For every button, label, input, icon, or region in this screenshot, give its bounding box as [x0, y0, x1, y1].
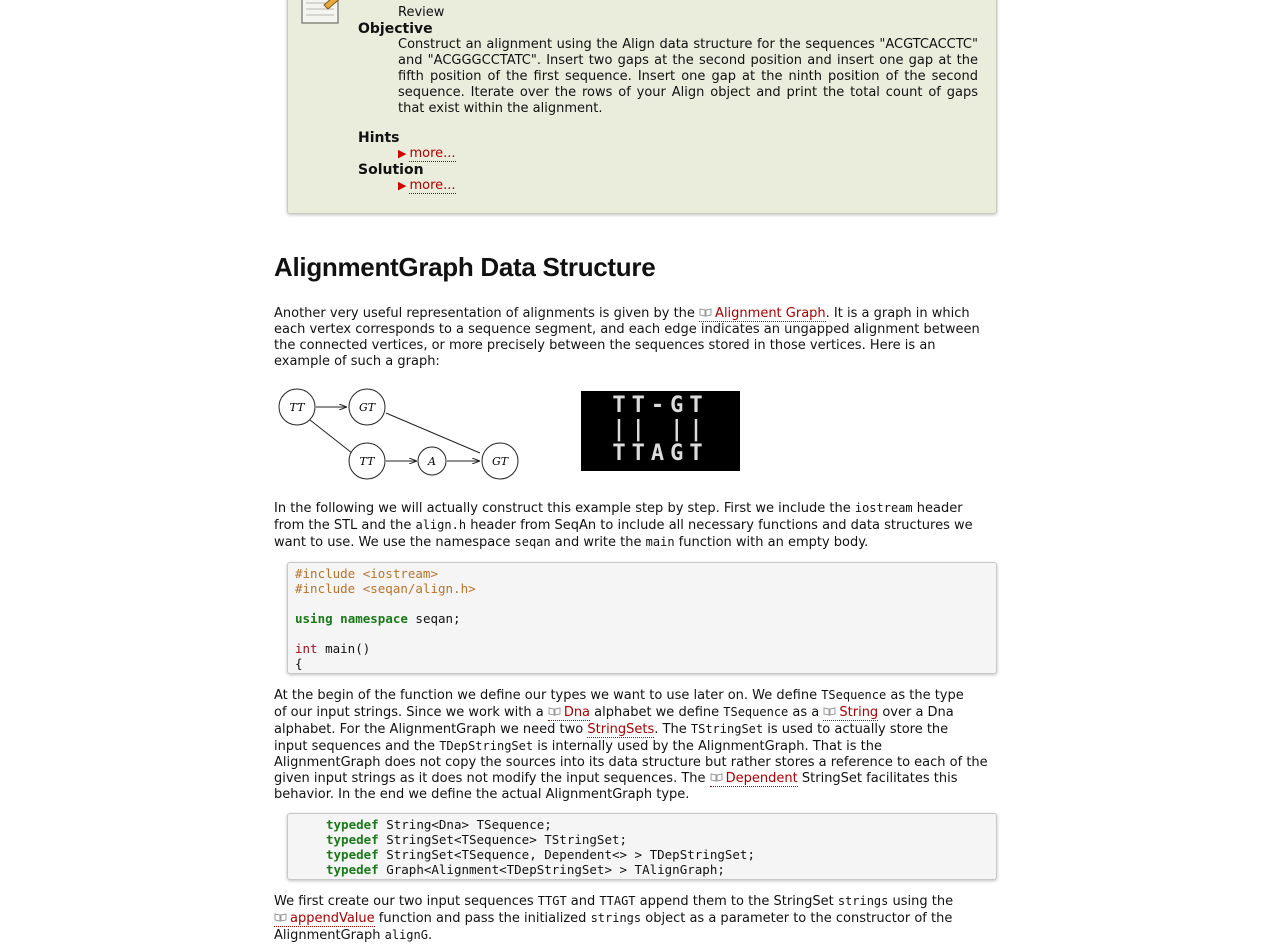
graph-node: GT — [348, 388, 386, 426]
section-title: AlignmentGraph Data Structure — [274, 252, 656, 282]
alignment-graph-figure: TT GT TT A GT — [278, 388, 519, 480]
hints-heading: Hints — [358, 130, 400, 146]
book-icon — [699, 308, 712, 317]
triangle-right-icon: ▶ — [398, 179, 407, 192]
pencil-notepad-icon — [300, 0, 346, 25]
string-link[interactable]: String — [823, 705, 879, 721]
book-icon — [823, 707, 836, 716]
alignment-graph-link[interactable]: Alignment Graph — [699, 306, 826, 322]
book-icon — [274, 913, 287, 922]
dna-link[interactable]: Dna — [547, 705, 591, 721]
code-block-typedefs[interactable]: typedef String<Dna> TSequence; typedef S… — [287, 813, 997, 880]
code-block-includes[interactable]: #include <iostream> #include <seqan/alig… — [287, 562, 997, 674]
svg-text:TT: TT — [290, 401, 307, 414]
dependent-link[interactable]: Dependent — [709, 771, 798, 787]
construct-paragraph: In the following we will actually constr… — [274, 501, 973, 550]
banner-row: TT-GT — [612, 393, 709, 418]
book-icon — [548, 707, 561, 716]
graph-node: TT — [348, 442, 386, 480]
svg-text:GT: GT — [492, 455, 510, 468]
book-icon — [710, 773, 723, 782]
alignment-banner: TT-GT || || TTAGT — [581, 391, 740, 471]
exercise-type-value: Review — [398, 5, 445, 20]
hints-more-toggle[interactable]: ▶ more... — [398, 146, 456, 162]
objective-heading: Objective — [358, 21, 433, 37]
solution-more-toggle[interactable]: ▶ more... — [398, 178, 456, 194]
solution-more-link[interactable]: more... — [409, 178, 456, 194]
stringsets-link[interactable]: StringSets — [587, 722, 655, 738]
svg-text:A: A — [427, 455, 436, 468]
exercise-box: Review Objective Construct an alignment … — [287, 0, 997, 214]
types-paragraph: At the begin of the function we define o… — [274, 688, 988, 802]
hints-more-link[interactable]: more... — [409, 146, 456, 162]
objective-text: Construct an alignment using the Align d… — [398, 37, 978, 116]
svg-text:GT: GT — [359, 401, 377, 414]
graph-node: GT — [481, 442, 519, 480]
solution-heading: Solution — [358, 162, 424, 178]
graph-node: A — [417, 446, 447, 476]
appendvalue-link[interactable]: appendValue — [274, 911, 375, 927]
banner-row: TTAGT — [612, 441, 709, 466]
svg-text:TT: TT — [360, 455, 377, 468]
triangle-right-icon: ▶ — [398, 147, 407, 160]
graph-node: TT — [278, 388, 316, 426]
sequences-paragraph: We first create our two input sequences … — [274, 894, 954, 943]
edge — [309, 419, 353, 454]
banner-row: || || — [612, 417, 709, 442]
intro-paragraph: Another very useful representation of al… — [274, 306, 980, 369]
